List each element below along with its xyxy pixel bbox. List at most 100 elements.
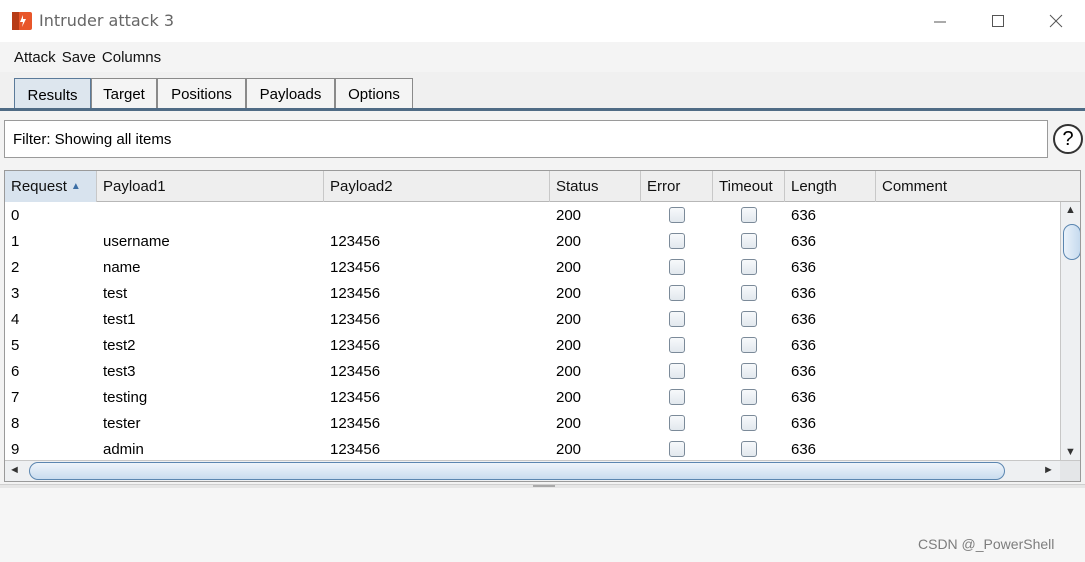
sort-ascending-icon: ▲ [70, 181, 81, 192]
column-header-payload1[interactable]: Payload1 [97, 171, 324, 202]
tab-payloads[interactable]: Payloads [246, 78, 335, 110]
burp-app-icon [12, 12, 32, 30]
cell-error [641, 202, 713, 228]
table-row[interactable]: 6 test3 123456 200 636 [5, 358, 1059, 384]
tab-strip: Results Target Positions Payloads Option… [0, 72, 1085, 111]
help-icon[interactable]: ? [1053, 124, 1083, 154]
watermark: CSDN @_PowerShell [918, 536, 1055, 552]
scroll-up-icon[interactable]: ▲ [1065, 204, 1076, 216]
minimize-icon [934, 21, 946, 23]
splitter-grip-icon[interactable] [533, 485, 555, 487]
vertical-scrollbar[interactable]: ▲ ▼ [1060, 202, 1080, 460]
menu-columns[interactable]: Columns [102, 49, 161, 66]
cell-length: 636 [791, 440, 817, 458]
menu-attack[interactable]: Attack [14, 49, 56, 66]
table-row[interactable]: 8 tester 123456 200 636 [5, 410, 1059, 436]
horizontal-scrollbar[interactable]: ◄ ► [5, 460, 1080, 481]
scroll-right-icon[interactable]: ► [1043, 464, 1054, 476]
cell-payload1: admin [103, 440, 144, 458]
timeout-checkbox [741, 207, 757, 223]
cell-timeout [713, 384, 785, 410]
cell-status: 200 [556, 232, 582, 250]
table-row[interactable]: 7 testing 123456 200 636 [5, 384, 1059, 410]
cell-request: 7 [11, 388, 20, 406]
tab-positions[interactable]: Positions [157, 78, 246, 110]
timeout-checkbox [741, 441, 757, 457]
table-row[interactable]: 9 admin 123456 200 636 [5, 436, 1059, 462]
column-header-error[interactable]: Error [641, 171, 713, 202]
table-body: 0 200 636 1 username 123456 200 636 2 name 123456 2… [5, 202, 1059, 460]
table-header: Request ▲ Payload1 Payload2 Status Error… [5, 171, 1080, 202]
column-header-status[interactable]: Status [550, 171, 641, 202]
table-row[interactable]: 0 200 636 [5, 202, 1059, 228]
table-row[interactable]: 5 test2 123456 200 636 [5, 332, 1059, 358]
cell-payload2: 123456 [330, 232, 381, 250]
filter-bar[interactable]: Filter: Showing all items [4, 120, 1048, 158]
column-header-comment[interactable]: Comment [876, 171, 1080, 202]
error-checkbox [669, 285, 685, 301]
error-checkbox [669, 441, 685, 457]
column-header-request[interactable]: Request ▲ [5, 171, 97, 202]
cell-timeout [713, 358, 785, 384]
cell-payload1: test2 [103, 336, 136, 354]
cell-payload1: testing [103, 388, 148, 406]
table-row[interactable]: 2 name 123456 200 636 [5, 254, 1059, 280]
cell-timeout [713, 332, 785, 358]
cell-request: 3 [11, 284, 20, 302]
error-checkbox [669, 415, 685, 431]
error-checkbox [669, 259, 685, 275]
cell-payload1 [97, 202, 324, 228]
tab-options[interactable]: Options [335, 78, 413, 110]
table-row[interactable]: 3 test 123456 200 636 [5, 280, 1059, 306]
scroll-corner [1060, 461, 1080, 481]
cell-timeout [713, 436, 785, 462]
error-checkbox [669, 233, 685, 249]
horizontal-scroll-thumb[interactable] [29, 462, 1005, 480]
cell-comment [876, 202, 1059, 228]
cell-request: 4 [11, 310, 20, 328]
scroll-down-icon[interactable]: ▼ [1065, 446, 1076, 458]
menu-save[interactable]: Save [62, 49, 96, 66]
cell-comment [876, 306, 1059, 332]
cell-error [641, 384, 713, 410]
cell-status: 200 [556, 440, 582, 458]
cell-length: 636 [791, 206, 817, 224]
cell-payload2: 123456 [330, 414, 381, 432]
cell-timeout [713, 202, 785, 228]
cell-payload2: 123456 [330, 258, 381, 276]
close-icon [1049, 14, 1063, 28]
cell-status: 200 [556, 388, 582, 406]
minimize-button[interactable] [911, 0, 969, 42]
column-header-timeout[interactable]: Timeout [713, 171, 785, 202]
window-title: Intruder attack 3 [39, 11, 174, 30]
cell-error [641, 306, 713, 332]
filter-text: Filter: Showing all items [13, 130, 172, 148]
column-header-payload2[interactable]: Payload2 [324, 171, 550, 202]
vertical-scroll-thumb[interactable] [1063, 224, 1080, 260]
cell-status: 200 [556, 414, 582, 432]
table-row[interactable]: 4 test1 123456 200 636 [5, 306, 1059, 332]
cell-length: 636 [791, 284, 817, 302]
cell-timeout [713, 306, 785, 332]
cell-payload1: tester [103, 414, 141, 432]
cell-comment [876, 280, 1059, 306]
cell-payload1: name [103, 258, 141, 276]
maximize-button[interactable] [969, 0, 1027, 42]
column-header-length[interactable]: Length [785, 171, 876, 202]
scroll-left-icon[interactable]: ◄ [9, 464, 20, 476]
error-checkbox [669, 207, 685, 223]
cell-payload1: test3 [103, 362, 136, 380]
cell-payload2: 123456 [330, 362, 381, 380]
cell-comment [876, 254, 1059, 280]
cell-comment [876, 410, 1059, 436]
error-checkbox [669, 311, 685, 327]
close-button[interactable] [1027, 0, 1085, 42]
tab-target[interactable]: Target [91, 78, 157, 110]
timeout-checkbox [741, 233, 757, 249]
cell-length: 636 [791, 388, 817, 406]
error-checkbox [669, 389, 685, 405]
tab-results[interactable]: Results [14, 78, 91, 111]
cell-error [641, 410, 713, 436]
table-row[interactable]: 1 username 123456 200 636 [5, 228, 1059, 254]
cell-comment [876, 436, 1059, 462]
